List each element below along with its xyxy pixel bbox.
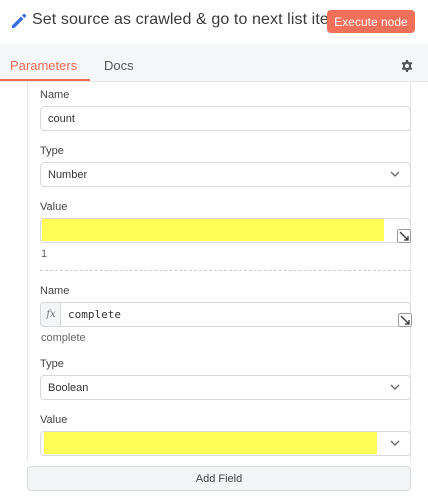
chevron-down-icon [390,171,400,177]
field-name-input[interactable]: count [40,106,411,131]
tab-docs[interactable]: Docs [104,58,134,73]
field-value-label: Value [40,414,68,426]
field-value-select[interactable] [40,431,411,456]
chevron-down-icon [390,384,400,390]
gear-icon[interactable] [400,59,414,73]
value-highlight [44,432,377,454]
field-type-select[interactable]: Boolean [40,375,411,400]
add-field-button[interactable]: Add Field [27,466,411,491]
execute-node-button[interactable]: Execute node [327,10,415,33]
field-name-label: Name [40,89,70,101]
expand-icon[interactable] [397,229,411,243]
value-highlight [42,219,384,241]
field-type-label: Type [40,358,64,370]
field-type-value: Number [48,168,88,181]
field-divider [40,270,411,271]
field-name-value: complete [68,308,121,321]
field-name-hint: complete [41,332,86,344]
field-name-input[interactable]: complete [60,302,412,327]
field-name-label: Name [40,285,70,297]
field-name-value: count [48,112,75,125]
tab-bar: Parameters Docs [0,44,428,82]
pencil-icon[interactable] [9,11,29,31]
field-value-label: Value [40,201,68,213]
field-type-value: Boolean [48,381,89,394]
tab-parameters[interactable]: Parameters [10,58,77,73]
expand-icon[interactable] [398,313,412,327]
field-value-hint: 1 [41,248,48,260]
parameters-panel [27,82,411,462]
field-value-input[interactable] [40,218,411,243]
field-type-label: Type [40,145,64,157]
field-type-select[interactable]: Number [40,162,411,187]
node-header: Set source as crawled & go to next list … [0,0,428,44]
node-title[interactable]: Set source as crawled & go to next list … [32,11,342,29]
fx-expression-icon[interactable]: fx [40,302,61,327]
active-tab-indicator [0,79,90,81]
chevron-down-icon [390,440,400,446]
